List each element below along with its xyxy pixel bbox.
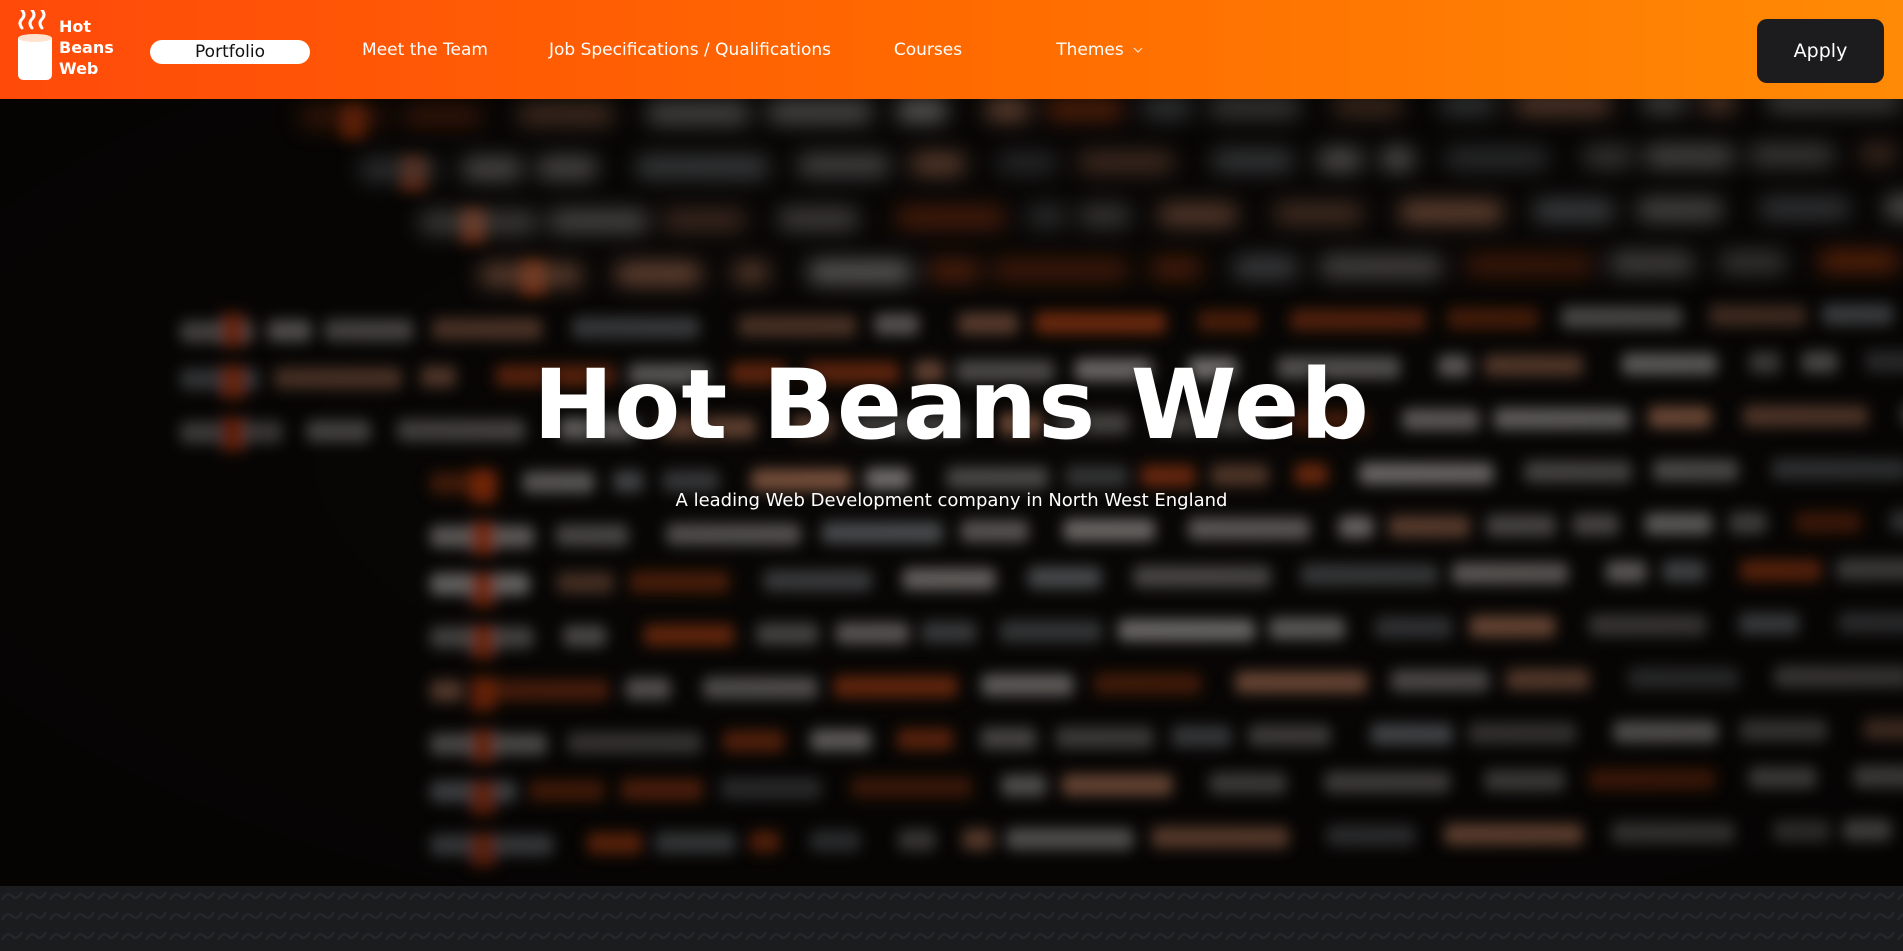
brand-logo[interactable]: Hot Beans Web <box>16 10 116 82</box>
hero-subtitle: A leading Web Development company in Nor… <box>675 490 1228 511</box>
brand-name-line: Beans <box>59 38 114 57</box>
brand-name: Hot Beans Web <box>59 16 114 79</box>
nav-item-themes-dropdown[interactable]: Themes <box>1050 0 1150 99</box>
hero-section: Hot Beans Web A leading Web Development … <box>0 99 1903 886</box>
nav-item-job-specifications[interactable]: Job Specifications / Qualifications <box>549 0 831 99</box>
nav-item-meet-the-team[interactable]: Meet the Team <box>360 0 490 99</box>
nav-item-courses[interactable]: Courses <box>880 0 976 99</box>
nav-item-portfolio[interactable]: Portfolio <box>150 40 310 64</box>
apply-button[interactable]: Apply <box>1757 19 1884 83</box>
chevron-down-icon <box>1133 47 1143 53</box>
themes-label: Themes <box>1056 39 1124 60</box>
hero-title: Hot Beans Web <box>533 349 1370 461</box>
top-navbar: Hot Beans Web Portfolio Meet the Team Jo… <box>0 0 1903 99</box>
wave-pattern <box>0 886 1903 951</box>
coffee-mug-icon <box>18 10 52 80</box>
brand-name-line: Web <box>59 59 99 78</box>
footer-pattern-strip <box>0 886 1903 951</box>
brand-name-line: Hot <box>59 17 92 36</box>
